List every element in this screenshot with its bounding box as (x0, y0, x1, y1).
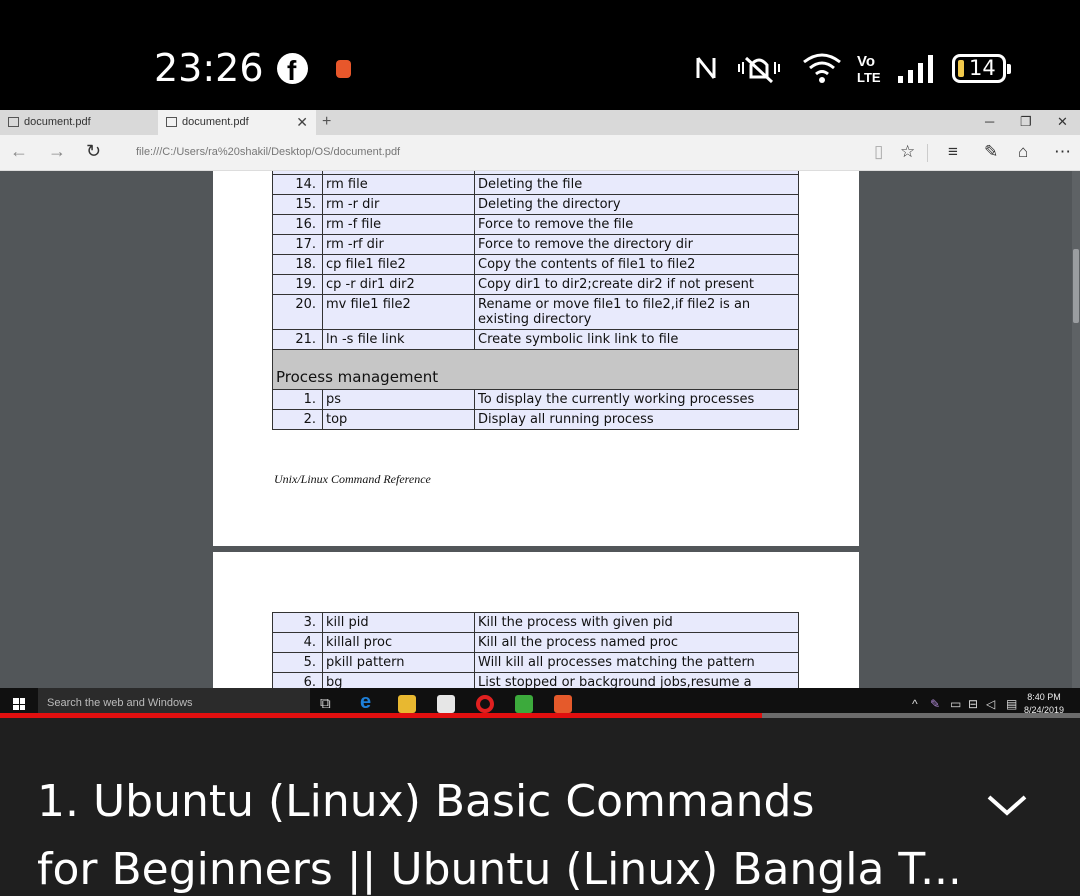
minimize-icon[interactable]: ─ (985, 110, 994, 134)
tab-document-1[interactable]: document.pdf (0, 110, 158, 135)
table-row: 2. top Display all running process (272, 409, 799, 430)
app-notification-icon (336, 60, 351, 78)
video-title-line1: 1. Ubuntu (Linux) Basic Commands (37, 776, 815, 827)
tab-label: document.pdf (182, 116, 249, 128)
recorder-icon[interactable] (554, 695, 572, 713)
table-row: 3. kill pid Kill the process with given pi… (272, 612, 799, 633)
scrollbar-thumb[interactable] (1073, 249, 1079, 323)
pdf-page: 14. rm file Deleting the file 15. rm -r dir… (213, 171, 859, 546)
chevron-down-icon[interactable] (986, 791, 1028, 821)
edge-browser-icon[interactable]: e (360, 691, 378, 713)
table-row: 6. bg List stopped or background jobs,resu… (272, 672, 799, 688)
new-tab-button[interactable]: + (322, 110, 331, 134)
silent-bell-icon (738, 56, 780, 84)
tray-chevron-icon[interactable]: ^ (912, 697, 918, 711)
camtasia-icon[interactable] (515, 695, 533, 713)
network-icon[interactable]: ⊟ (968, 697, 978, 711)
table-row: 17. rm -rf dir Force to remove the directo… (272, 234, 799, 255)
search-placeholder: Search the web and Windows (47, 697, 193, 709)
refresh-icon[interactable]: ↻ (86, 141, 101, 162)
more-icon[interactable]: ⋯ (1054, 142, 1071, 162)
video-title[interactable]: 1. Ubuntu (Linux) Basic Commands for Beg… (37, 768, 957, 896)
reading-view-icon[interactable]: ▯ (874, 142, 883, 162)
table-row: 14. rm file Deleting the file (272, 174, 799, 195)
back-icon[interactable]: ← (10, 141, 28, 162)
share-icon[interactable]: ⌂ (1018, 142, 1028, 162)
table-row: 1. ps To display the currently working pro… (272, 389, 799, 410)
table-row: 16. rm -f file Force to remove the file (272, 214, 799, 235)
tab-label: document.pdf (24, 116, 91, 128)
restore-icon[interactable]: ❐ (1020, 110, 1032, 134)
battery-level: 14 (969, 56, 996, 80)
section-title: Process management (272, 349, 799, 390)
table-row: 18. cp file1 file2 Copy the contents of fi… (272, 254, 799, 275)
phone-status-bar: 23:26 Vo LTE 14 (0, 0, 1080, 110)
web-note-icon[interactable]: ✎ (984, 142, 998, 162)
clock-time: 8:40 PM (1027, 692, 1061, 702)
pdf-page: 3. kill pid Kill the process with given pi… (213, 552, 859, 688)
table-row: 15. rm -r dir Deleting the directory (272, 194, 799, 215)
page-footer: Unix/Linux Command Reference (274, 472, 431, 486)
video-title-line2: for Beginners || Ubuntu (Linux) Bangla T… (37, 844, 957, 895)
status-time: 23:26 (154, 46, 264, 90)
viewer-scrollbar[interactable] (1072, 171, 1080, 688)
pdf-viewer[interactable]: 14. rm file Deleting the file 15. rm -r dir… (0, 171, 1080, 688)
close-window-icon[interactable]: ✕ (1057, 110, 1068, 134)
tray-pen-icon[interactable]: ✎ (930, 697, 940, 711)
table-row: 5. pkill pattern Will kill all processes m… (272, 652, 799, 673)
table-row: 21. ln -s file link Create symbolic link l… (272, 329, 799, 350)
store-icon[interactable] (437, 695, 455, 713)
command-table: 3. kill pid Kill the process with given pi… (272, 612, 799, 688)
command-table: 14. rm file Deleting the file 15. rm -r dir… (272, 171, 799, 430)
url-field[interactable]: file:///C:/Users/ra%20shakil/Desktop/OS/… (136, 146, 400, 158)
task-view-icon[interactable]: ⧉ (320, 695, 331, 712)
address-bar: ← → ↻ file:///C:/Users/ra%20shakil/Deskt… (0, 135, 1080, 171)
tab-document-2-active[interactable]: document.pdf ✕ (158, 110, 316, 135)
svg-text:Vo: Vo (857, 53, 875, 70)
volte-icon: Vo LTE (857, 53, 881, 85)
battery-icon: 14 (952, 54, 1011, 83)
tab-page-icon (8, 117, 19, 127)
section-header-row: Process management (272, 349, 799, 390)
hub-icon[interactable]: ≡ (948, 142, 958, 162)
action-center-icon[interactable]: ▤ (1006, 697, 1017, 711)
wifi-icon (803, 53, 841, 83)
forward-icon[interactable]: → (48, 141, 66, 162)
table-row: 4. killall proc Kill all the process named… (272, 632, 799, 653)
facebook-notification-icon (277, 53, 308, 87)
windows-start-icon[interactable] (13, 698, 25, 710)
browser-tab-bar: document.pdf document.pdf ✕ + ─ ❐ ✕ (0, 110, 1080, 135)
svg-text:LTE: LTE (857, 70, 881, 85)
tab-page-icon (166, 117, 177, 127)
file-explorer-icon[interactable] (398, 695, 416, 713)
close-tab-icon[interactable]: ✕ (296, 110, 308, 135)
battery-tray-icon[interactable]: ▭ (950, 697, 961, 711)
video-info-panel: 1. Ubuntu (Linux) Basic Commands for Beg… (0, 718, 1080, 896)
table-row: 19. cp -r dir1 dir2 Copy dir1 to dir2;crea… (272, 274, 799, 295)
nfc-icon (696, 57, 716, 79)
favorite-star-icon[interactable]: ☆ (900, 142, 915, 162)
opera-icon[interactable] (476, 695, 494, 713)
volume-icon[interactable]: ◁ (986, 697, 995, 711)
table-row: 20. mv file1 file2 Rename or move file1 to… (272, 294, 799, 330)
signal-icon (898, 55, 933, 83)
